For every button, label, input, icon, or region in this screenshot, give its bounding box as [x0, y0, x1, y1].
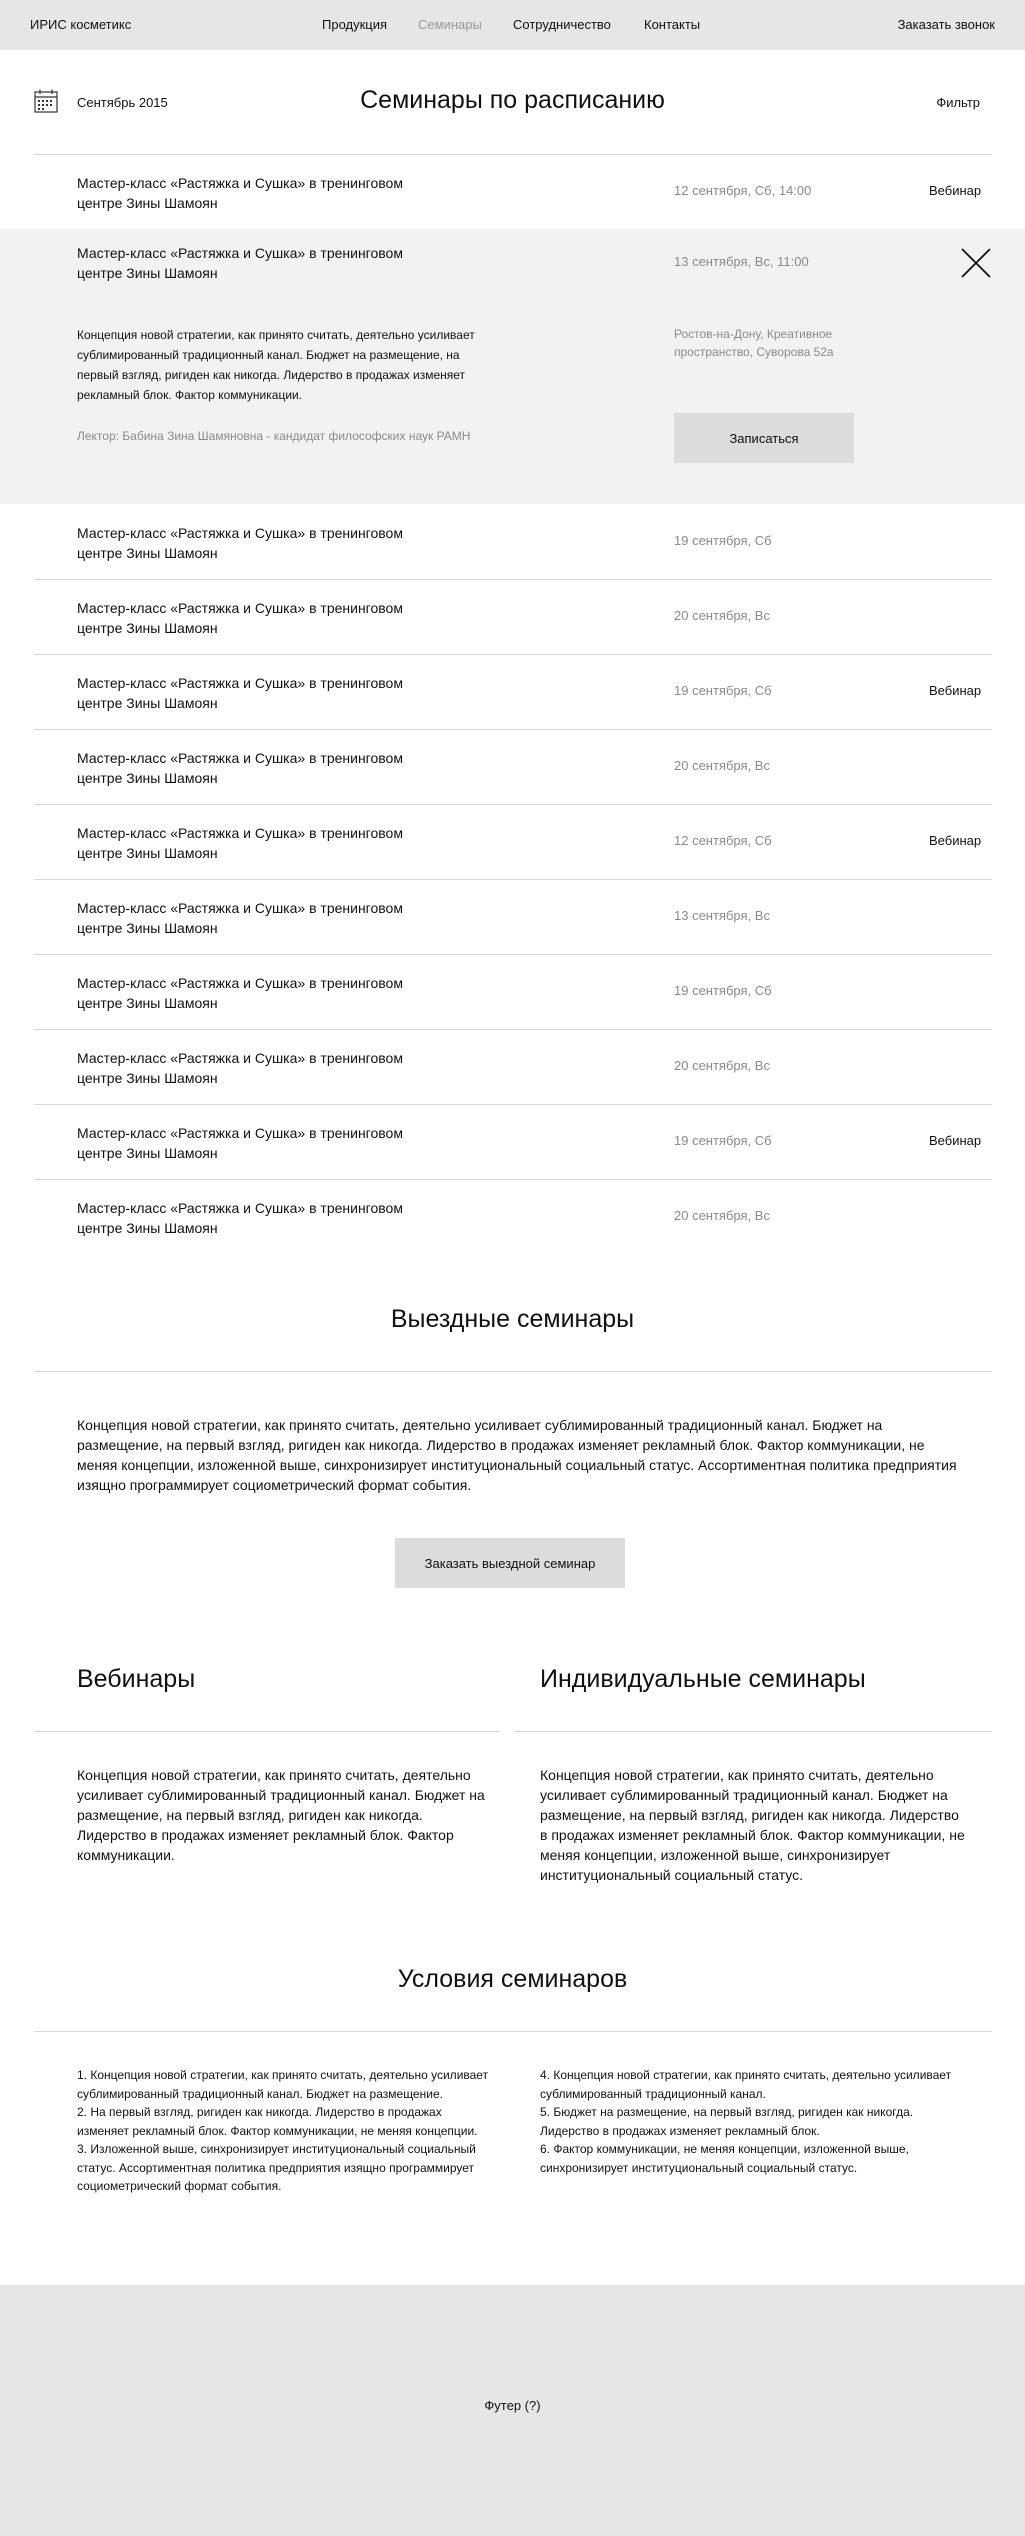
nav-item-products[interactable]: Продукция [322, 17, 387, 32]
seminar-date: 20 сентября, Вс [674, 608, 770, 623]
seminar-row[interactable]: Мастер-класс «Растяжка и Сушка» в тренин… [0, 729, 1025, 804]
seminar-type-tag: Вебинар [929, 183, 982, 198]
seminar-date: 19 сентября, Сб [674, 983, 772, 998]
seminar-name: Мастер-класс «Растяжка и Сушка» в тренин… [77, 825, 403, 861]
seminar-date: 12 сентября, Сб [674, 833, 772, 848]
seminar-row[interactable]: Мастер-класс «Растяжка и Сушка» в тренин… [0, 804, 1025, 879]
seminar-date: 13 сентября, Вс [674, 908, 770, 923]
seminar-row[interactable]: Мастер-класс «Растяжка и Сушка» в тренин… [0, 654, 1025, 729]
seminar-date: 19 сентября, Сб [674, 1133, 772, 1148]
outdoor-seminars-title: Выездные семинары [390, 1305, 635, 1333]
order-call-link[interactable]: Заказать звонок [898, 17, 995, 32]
seminar-name: Мастер-класс «Растяжка и Сушка» в тренин… [77, 245, 403, 281]
schedule-header: Сентябрь 2015 Семинары по расписанию Фил… [0, 50, 1025, 154]
filter-button[interactable]: Фильтр [936, 95, 980, 110]
seminar-row[interactable]: Мастер-класс «Растяжка и Сушка» в тренин… [0, 1179, 1025, 1254]
conditions-left-list: 1. Концепция новой стратегии, как принят… [77, 2066, 497, 2196]
seminar-name: Мастер-класс «Растяжка и Сушка» в тренин… [77, 1125, 403, 1161]
seminar-date: 20 сентября, Вс [674, 1208, 770, 1223]
seminar-row[interactable]: Мастер-класс «Растяжка и Сушка» в тренин… [0, 1104, 1025, 1179]
seminar-address: Ростов-на-Дону, Креативное пространство,… [674, 327, 834, 359]
footer: Футер (?) [0, 2285, 1025, 2536]
seminar-date: 19 сентября, Сб [674, 533, 772, 548]
seminar-name: Мастер-класс «Растяжка и Сушка» в тренин… [77, 975, 403, 1011]
webinars-text: Концепция новой стратегии, как принято с… [77, 1767, 485, 1863]
site-logo[interactable]: ИРИС косметикс [30, 17, 131, 32]
condition-item: 6. Фактор коммуникации, не меняя концепц… [540, 2142, 909, 2175]
condition-item: 3. Изложенной выше, синхронизирует инсти… [77, 2142, 476, 2193]
seminar-type-tag: Вебинар [929, 683, 982, 698]
seminar-type-tag: Вебинар [929, 833, 982, 848]
divider [514, 1731, 992, 1732]
seminar-name: Мастер-класс «Растяжка и Сушка» в тренин… [77, 900, 403, 936]
condition-item: 4. Концепция новой стратегии, как принят… [540, 2068, 952, 2101]
seminar-name: Мастер-класс «Растяжка и Сушка» в тренин… [77, 1200, 403, 1236]
individual-seminars-text: Концепция новой стратегии, как принято с… [540, 1767, 965, 1883]
divider [34, 1731, 500, 1732]
seminar-lector: Лектор: Бабина Зина Шамяновна - кандидат… [77, 429, 471, 443]
seminar-name: Мастер-класс «Растяжка и Сушка» в тренин… [77, 175, 403, 211]
condition-item: 2. На первый взгляд, ригиден как никогда… [77, 2105, 478, 2138]
seminar-name: Мастер-класс «Растяжка и Сушка» в тренин… [77, 675, 403, 711]
divider [34, 2031, 992, 2032]
schedule-title: Семинары по расписанию [360, 86, 665, 114]
top-nav-bar: ИРИС косметикс Продукция Семинары Сотруд… [0, 0, 1025, 50]
seminar-name: Мастер-класс «Растяжка и Сушка» в тренин… [77, 1050, 403, 1086]
condition-item: 1. Концепция новой стратегии, как принят… [77, 2068, 489, 2101]
seminar-date: 13 сентября, Вс, 11:00 [674, 254, 809, 269]
seminar-row[interactable]: Мастер-класс «Растяжка и Сушка» в тренин… [0, 879, 1025, 954]
divider [34, 1371, 992, 1372]
signup-button[interactable]: Записаться [674, 413, 854, 463]
seminar-date: 12 сентября, Сб, 14:00 [674, 183, 812, 198]
seminar-name: Мастер-класс «Растяжка и Сушка» в тренин… [77, 525, 403, 561]
seminar-date: 19 сентября, Сб [674, 683, 772, 698]
individual-seminars-title: Индивидуальные семинары [540, 1665, 866, 1693]
seminar-date: 20 сентября, Вс [674, 1058, 770, 1073]
seminar-row-expanded: Мастер-класс «Растяжка и Сушка» в тренин… [0, 229, 1025, 504]
seminar-date: 20 сентября, Вс [674, 758, 770, 773]
seminar-row[interactable]: Мастер-класс «Растяжка и Сушка» в тренин… [0, 1029, 1025, 1104]
seminar-description: Концепция новой стратегии, как принято с… [77, 328, 475, 402]
seminar-row[interactable]: Мастер-класс «Растяжка и Сушка» в тренин… [0, 504, 1025, 579]
seminar-row[interactable]: Мастер-класс «Растяжка и Сушка» в тренин… [0, 579, 1025, 654]
webinars-title: Вебинары [77, 1665, 196, 1693]
nav-item-contacts[interactable]: Контакты [644, 17, 700, 32]
nav-item-seminars[interactable]: Семинары [418, 17, 482, 32]
seminar-row[interactable]: Мастер-класс «Растяжка и Сушка» в тренин… [0, 954, 1025, 1029]
seminar-row[interactable]: Мастер-класс «Растяжка и Сушка» в тренин… [0, 154, 1025, 229]
conditions-right-list: 4. Концепция новой стратегии, как принят… [540, 2066, 960, 2177]
outdoor-seminars-text: Концепция новой стратегии, как принято с… [77, 1417, 957, 1493]
condition-item: 5. Бюджет на размещение, на первый взгля… [540, 2105, 914, 2138]
conditions-title: Условия семинаров [397, 1965, 628, 1993]
seminar-name: Мастер-класс «Растяжка и Сушка» в тренин… [77, 600, 403, 636]
seminar-name: Мастер-класс «Растяжка и Сушка» в тренин… [77, 750, 403, 786]
order-outdoor-seminar-button[interactable]: Заказать выездной семинар [395, 1538, 625, 1588]
close-icon[interactable] [959, 246, 993, 280]
seminar-type-tag: Вебинар [929, 1133, 982, 1148]
footer-label: Футер (?) [484, 2398, 541, 2413]
nav-item-cooperation[interactable]: Сотрудничество [513, 17, 611, 32]
